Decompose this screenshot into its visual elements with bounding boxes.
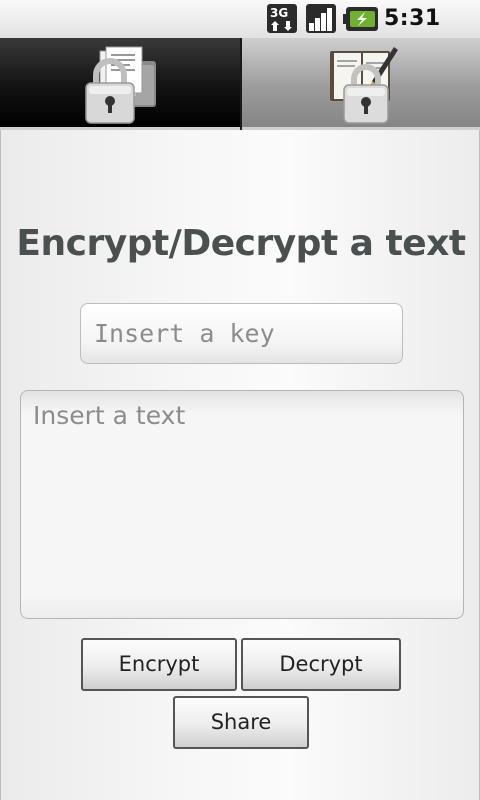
3g-data-icon: 3G [267,4,297,33]
svg-text:3G: 3G [270,6,288,20]
signal-strength-icon [306,4,336,33]
encrypt-button[interactable]: Encrypt [81,638,237,691]
main-content: Encrypt/Decrypt a text Encrypt Decrypt S… [0,130,480,800]
key-input[interactable] [80,303,403,364]
app-screen: 3G 5:31 PM [0,0,480,800]
tab-bar [0,38,480,130]
file-lock-icon [85,46,156,124]
status-bar: 3G 5:31 PM [0,0,480,61]
notebook-lock-icon [330,47,398,124]
text-input[interactable] [20,390,464,619]
battery-charging-icon [343,7,378,31]
tab-encrypt-file[interactable] [0,38,240,130]
page-title: Encrypt/Decrypt a text [16,223,466,264]
decrypt-button[interactable]: Decrypt [241,638,401,691]
share-button[interactable]: Share [173,696,309,749]
status-time: 5:31 PM [384,6,441,61]
tab-encrypt-text[interactable] [242,38,480,130]
